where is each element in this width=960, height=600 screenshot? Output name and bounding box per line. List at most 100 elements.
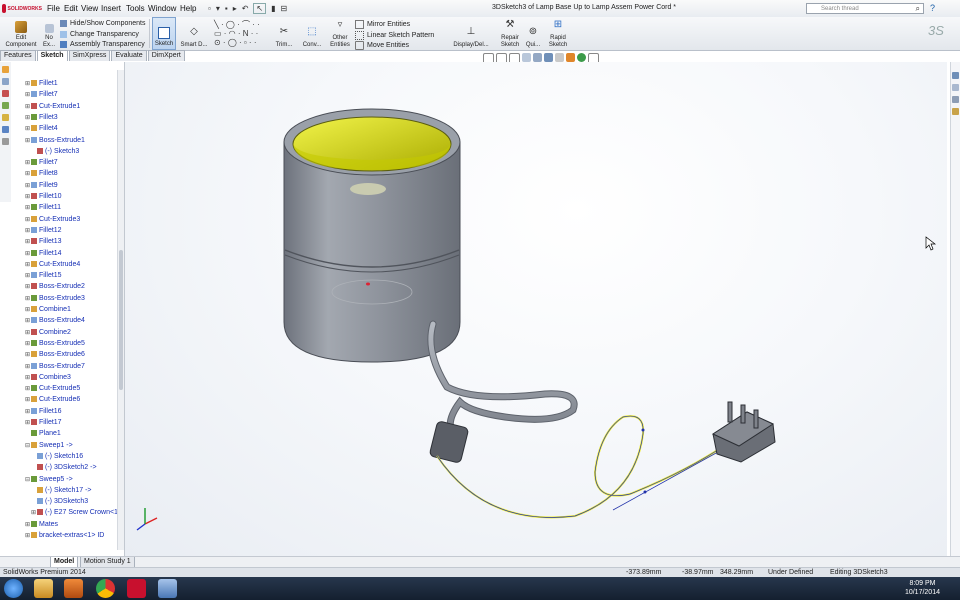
search-input[interactable]: Search thread ⌕	[806, 3, 924, 14]
menu-insert[interactable]: Insert	[101, 4, 121, 13]
search-icon[interactable]: ⌕	[916, 4, 920, 14]
explorer-icon[interactable]	[34, 579, 53, 598]
property-manager-icon[interactable]	[2, 78, 9, 85]
tree-item[interactable]: (-) Sketch3	[31, 146, 124, 157]
tree-item[interactable]: ⊞ Fillet17	[25, 417, 124, 428]
display-delete-relations-button[interactable]: ⊥ Display/Del...	[448, 17, 494, 50]
tree-item[interactable]: ⊞ Fillet11	[25, 202, 124, 213]
start-button-icon[interactable]	[4, 579, 23, 598]
mirror-entities-button[interactable]: Mirror Entities	[355, 20, 410, 29]
smart-dimension-button[interactable]: ◇ Smart D...	[178, 17, 210, 50]
tree-item[interactable]: ⊞ Cut-Extrude3	[25, 214, 124, 225]
feature-manager-icon[interactable]	[2, 66, 9, 73]
tree-item[interactable]: ⊞ Cut-Extrude6	[25, 394, 124, 405]
options-icon[interactable]: ⊟	[281, 4, 288, 13]
dimxpert-manager-icon[interactable]	[2, 102, 9, 109]
tree-item[interactable]: ⊞ Combine1	[25, 304, 124, 315]
hide-show-items-icon[interactable]	[555, 53, 564, 62]
tree-item[interactable]: ⊞ Boss-Extrude1	[25, 135, 124, 146]
menu-tools[interactable]: Tools	[126, 4, 145, 13]
sketch-button[interactable]: Sketch	[152, 17, 176, 50]
tree-item[interactable]: ⊞ Boss-Extrude6	[25, 349, 124, 360]
tree-item[interactable]: ⊞ Fillet12	[25, 225, 124, 236]
chrome-icon[interactable]	[96, 579, 115, 598]
media-player-icon[interactable]	[64, 579, 83, 598]
tree-item[interactable]: ⊞ Boss-Extrude5	[25, 338, 124, 349]
graphics-area[interactable]	[125, 62, 947, 556]
tree-item[interactable]: ⊞ Fillet16	[25, 406, 124, 417]
trim-entities-button[interactable]: ✂ Trim...	[270, 17, 298, 50]
menu-window[interactable]: Window	[148, 4, 176, 13]
tree-item[interactable]: (-) 3DSketch2 ->	[31, 462, 124, 473]
rebuild-icon[interactable]: ▮	[271, 4, 275, 13]
tree-item[interactable]: ⊞ Cut-Extrude1	[25, 101, 124, 112]
select-icon[interactable]: ↖	[253, 3, 267, 14]
cord-switch[interactable]	[429, 421, 469, 464]
configuration-manager-icon[interactable]	[2, 90, 9, 97]
tree-item[interactable]: ⊟ Sweep5 ->	[25, 474, 124, 485]
rect-tools-row[interactable]: ▭ · ◠ · N · ·	[214, 29, 266, 38]
hide-show-components-button[interactable]: Hide/Show Components	[60, 20, 146, 27]
system-clock[interactable]: 8:09 PM 10/17/2014	[905, 579, 940, 597]
tree-item[interactable]: Plane1	[25, 428, 124, 439]
point-tools-row[interactable]: ⊙ · ◯ · ▫ · ·	[214, 38, 266, 47]
undo-icon[interactable]: ↶	[242, 4, 249, 13]
tab-features[interactable]: Features	[0, 50, 36, 61]
network-app-icon[interactable]	[158, 579, 177, 598]
convert-entities-button[interactable]: ⬚ Conv...	[299, 17, 325, 50]
collapse-panel-icon[interactable]	[2, 138, 9, 145]
cam-manager-icon[interactable]	[2, 126, 9, 133]
tree-item[interactable]: ⊞ Fillet9	[25, 180, 124, 191]
apply-scene-icon[interactable]	[577, 53, 586, 62]
tree-item[interactable]: ⊞ Cut-Extrude4	[25, 259, 124, 270]
appearances-icon[interactable]	[952, 108, 959, 115]
tree-item[interactable]: ⊞ Combine3	[25, 372, 124, 383]
solidworks-resources-icon[interactable]	[952, 72, 959, 79]
repair-sketch-button[interactable]: ⚒ Repair Sketch	[497, 17, 523, 50]
tree-item[interactable]: ⊞ Boss-Extrude7	[25, 361, 124, 372]
tree-item[interactable]: (-) Sketch16	[31, 451, 124, 462]
section-view-icon[interactable]	[522, 53, 531, 62]
print-icon[interactable]: ▸	[233, 4, 237, 13]
solidworks-taskbar-icon[interactable]	[127, 579, 146, 598]
tree-item[interactable]: ⊞ Cut-Extrude5	[25, 383, 124, 394]
sketch-path-yellow[interactable]	[436, 415, 728, 519]
solidworks-logo[interactable]: SOLIDWORKS	[2, 3, 42, 14]
rapid-sketch-button[interactable]: ⊞ Rapid Sketch	[545, 17, 571, 50]
tree-item[interactable]: ⊞ Fillet7	[25, 89, 124, 100]
other-entities-button[interactable]: ▿ Other Entities	[327, 17, 353, 50]
linear-sketch-pattern-button[interactable]: Linear Sketch Pattern	[355, 31, 434, 40]
design-library-icon[interactable]	[952, 84, 959, 91]
view-orientation-icon[interactable]	[533, 53, 542, 62]
tab-sketch[interactable]: Sketch	[36, 50, 68, 61]
edit-appearance-icon[interactable]	[566, 53, 575, 62]
no-external-button[interactable]: No Ex...	[41, 17, 57, 50]
tree-item[interactable]: ⊞ Fillet1	[25, 78, 124, 89]
tree-item[interactable]: ⊞ Boss-Extrude2	[25, 281, 124, 292]
edit-component-button[interactable]: Edit Component	[2, 17, 40, 50]
tree-item[interactable]: ⊞ Boss-Extrude4	[25, 315, 124, 326]
file-explorer-icon[interactable]	[952, 96, 959, 103]
menu-view[interactable]: View	[81, 4, 98, 13]
tree-item[interactable]: ⊞ Fillet15	[25, 270, 124, 281]
menu-help[interactable]: Help	[180, 4, 196, 13]
tree-item[interactable]: ⊞ Combine2	[25, 327, 124, 338]
menu-file[interactable]: File	[47, 4, 60, 13]
tree-scrollbar-thumb[interactable]	[119, 250, 123, 390]
quick-snaps-button[interactable]: ⊚ Qui...	[523, 17, 543, 50]
tree-item[interactable]: ⊞ bracket-extras<1> ID	[25, 530, 124, 541]
tree-item[interactable]: ⊞ Fillet10	[25, 191, 124, 202]
help-icon[interactable]: ?	[930, 3, 935, 13]
tree-item[interactable]: ⊞ Fillet8	[25, 168, 124, 179]
tab-evaluate[interactable]: Evaluate	[111, 50, 147, 61]
tree-item[interactable]: (-) 3DSketch3	[31, 496, 124, 507]
open-icon[interactable]: ▾	[216, 4, 220, 13]
tree-item[interactable]: ⊞ (-) E27 Screw Crown<1	[31, 507, 124, 518]
tab-simxpress[interactable]: SimXpress	[68, 50, 111, 61]
line-tools-row[interactable]: ╲ · ◯ · ⌒ · ·	[214, 20, 266, 29]
tree-item[interactable]: ⊞ Fillet4	[25, 123, 124, 134]
assembly-transparency-button[interactable]: Assembly Transparency	[60, 41, 145, 48]
change-transparency-button[interactable]: Change Transparency	[60, 31, 139, 38]
tree-item[interactable]: ⊞ Fillet14	[25, 248, 124, 259]
tree-item[interactable]: ⊞ Fillet13	[25, 236, 124, 247]
